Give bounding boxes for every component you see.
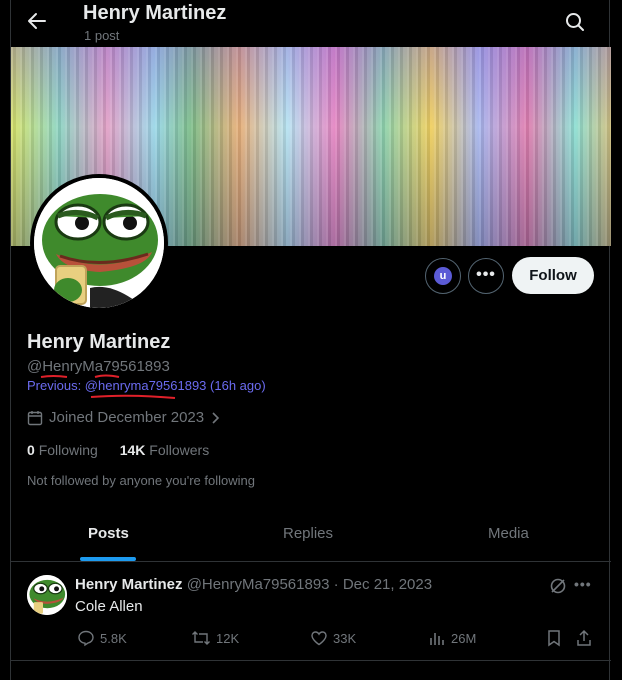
frog-avatar-image	[27, 575, 67, 615]
not-followed-note: Not followed by anyone you're following	[27, 473, 255, 488]
repost-icon	[192, 631, 210, 645]
active-tab-indicator	[80, 557, 136, 561]
followers-count: 14K	[119, 442, 146, 458]
search-icon[interactable]	[563, 10, 587, 34]
reply-action[interactable]: 5.8K	[77, 629, 127, 647]
like-action[interactable]: 33K	[310, 629, 356, 647]
views-count: 26M	[451, 630, 477, 646]
post-avatar[interactable]	[27, 575, 67, 615]
profile-name: Henry Martinez	[27, 331, 171, 353]
grok-icon: u	[434, 267, 452, 285]
tab-posts[interactable]: Posts	[88, 525, 129, 542]
joined-text: Joined December 2023	[49, 409, 205, 426]
repost-count: 12K	[216, 630, 240, 646]
followers-label: Followers	[149, 442, 210, 458]
tab-replies[interactable]: Replies	[283, 525, 333, 542]
like-icon	[311, 631, 327, 646]
following-link[interactable]: 0 Following	[27, 442, 98, 458]
tab-media[interactable]: Media	[488, 525, 529, 542]
profile-column: Henry Martinez 1 post u ••• Follow Henry…	[10, 0, 611, 680]
post-header: Henry Martinez @HenryMa79561893 · Dec 21…	[75, 576, 432, 593]
post-meta: @HenryMa79561893 · Dec 21, 2023	[186, 576, 433, 593]
grok-button[interactable]: u	[425, 258, 461, 294]
post-item[interactable]: Henry Martinez @HenryMa79561893 · Dec 21…	[11, 563, 611, 661]
red-annotation-marks	[40, 374, 176, 399]
calendar-icon	[27, 410, 43, 425]
post-author[interactable]: Henry Martinez	[75, 576, 183, 593]
repost-action[interactable]: 12K	[191, 629, 239, 647]
profile-tabs: Posts Replies Media	[11, 510, 611, 562]
like-count: 33K	[333, 630, 357, 646]
reply-icon	[78, 630, 94, 647]
follow-stats: 0 Following 14K Followers	[27, 442, 209, 458]
views-action[interactable]: 26M	[428, 629, 476, 647]
post-more-icon[interactable]: •••	[574, 576, 592, 592]
follow-button[interactable]: Follow	[512, 257, 594, 294]
views-icon	[430, 633, 444, 645]
reply-count: 5.8K	[100, 630, 127, 646]
bookmark-action[interactable]	[546, 629, 562, 647]
header-post-count: 1 post	[84, 28, 120, 43]
top-bar: Henry Martinez 1 post	[11, 0, 611, 46]
bookmark-icon	[548, 630, 560, 647]
following-label: Following	[38, 442, 98, 458]
more-button[interactable]: •••	[468, 258, 504, 294]
share-icon	[577, 629, 591, 646]
followers-link[interactable]: 14K Followers	[120, 442, 209, 458]
profile-avatar[interactable]	[30, 174, 168, 312]
frog-avatar-image	[34, 178, 164, 308]
grok-icon[interactable]	[549, 577, 567, 595]
post-text: Cole Allen	[75, 598, 143, 615]
chevron-right-icon[interactable]	[210, 411, 220, 425]
more-icon: •••	[476, 266, 496, 283]
share-action[interactable]	[575, 629, 593, 647]
joined-date: Joined December 2023	[27, 409, 220, 426]
back-arrow-icon[interactable]	[25, 9, 53, 33]
following-count: 0	[27, 442, 35, 458]
header-title: Henry Martinez	[83, 2, 227, 24]
